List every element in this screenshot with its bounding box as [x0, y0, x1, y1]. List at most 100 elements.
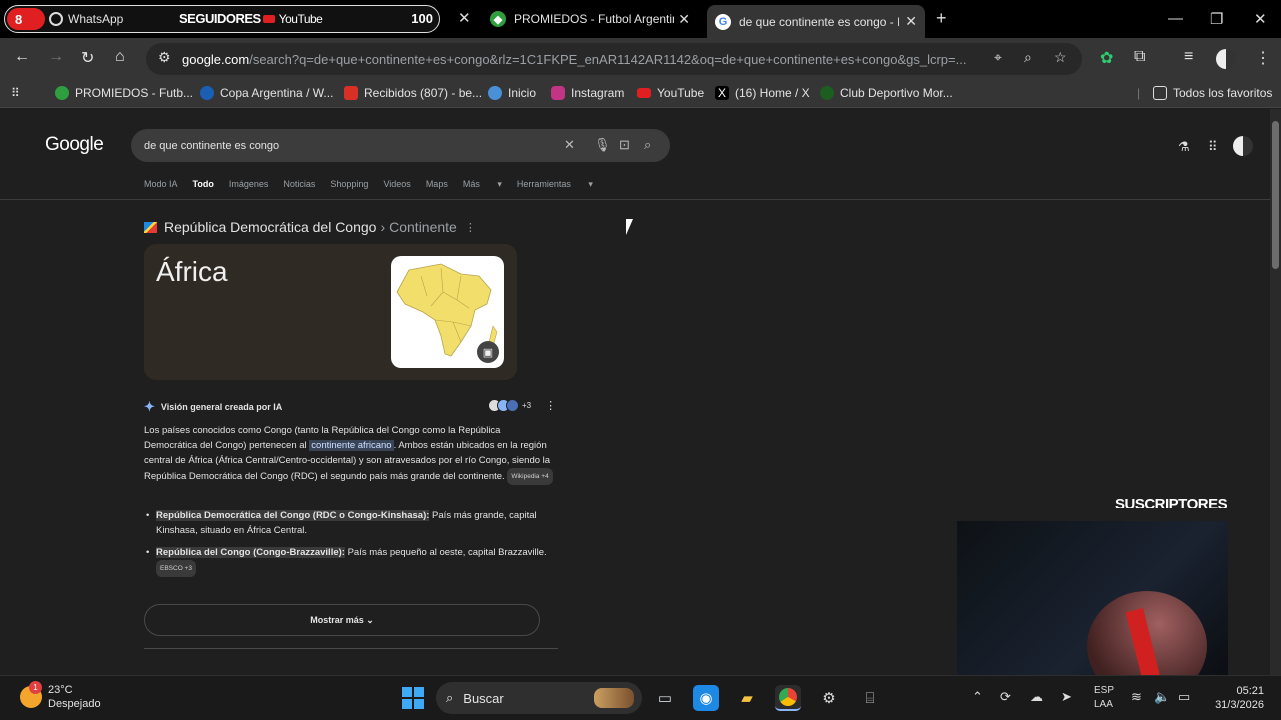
language-indicator[interactable]: ESP LAA [1094, 684, 1114, 712]
tab-strip: 8 WhatsApp SEGUIDORES YouTube 100 ✕ ◆ PRO… [0, 0, 1281, 38]
tray-overflow-icon[interactable]: ⌃ [972, 689, 983, 705]
forward-icon[interactable]: → [48, 48, 64, 66]
citation-chip[interactable]: Wikipedia +4 [507, 468, 553, 485]
tab-maps[interactable]: Maps [426, 179, 448, 190]
location-icon[interactable]: ⌖ [994, 49, 1002, 66]
tab-shopping[interactable]: Shopping [330, 179, 368, 190]
lens-icon[interactable]: ⊡ [619, 137, 630, 153]
tab-mas[interactable]: Más ▾ [463, 179, 502, 190]
google-logo[interactable]: Google [45, 134, 104, 156]
ai-overview-text: Los países conocidos como Congo (tanto l… [144, 423, 556, 485]
battery-icon[interactable]: ▭ [1178, 689, 1190, 705]
menu-dots-icon[interactable]: ⋮ [1255, 48, 1271, 68]
apps-grid-icon[interactable]: ⠿ [11, 86, 20, 100]
x-icon: X [715, 86, 729, 100]
bookmark-youtube[interactable]: YouTube [637, 86, 704, 100]
more-options-icon[interactable]: ⋮ [465, 221, 476, 234]
tab-videos[interactable]: Videos [383, 179, 410, 190]
reload-icon[interactable]: ↻ [81, 48, 94, 68]
extension-icon[interactable]: ✿ [1100, 48, 1113, 68]
site-info-icon[interactable]: ⚙ [158, 49, 171, 66]
close-tab-icon[interactable]: ✕ [458, 9, 471, 27]
search-input[interactable]: de que continente es congo ✕ 🎙 ⊡ ⌕ [131, 129, 670, 162]
show-more-button[interactable]: Mostrar más ⌄ [144, 604, 540, 636]
windows-start-icon[interactable] [402, 687, 424, 709]
new-tab-icon[interactable]: + [936, 8, 947, 29]
bookmarks-separator: | [1137, 86, 1141, 100]
apps-grid-icon[interactable]: ⠿ [1208, 139, 1218, 155]
labs-icon[interactable]: ⚗ [1178, 139, 1190, 155]
file-explorer-icon[interactable]: ▰ [734, 685, 760, 711]
entity-breadcrumb[interactable]: República Democrática del Congo › Contin… [144, 219, 476, 235]
tab-label-seguidores: SEGUIDORES YouTube [179, 11, 323, 26]
app-icon[interactable]: ⌸ [857, 685, 883, 711]
all-bookmarks[interactable]: Todos los favoritos [1153, 86, 1272, 100]
tab-todo[interactable]: Todo [193, 179, 214, 190]
tab-herramientas[interactable]: Herramientas ▾ [517, 179, 593, 190]
bookmark-copa-argentina[interactable]: Copa Argentina / W... [200, 86, 333, 100]
clear-icon[interactable]: ✕ [564, 137, 575, 153]
club-icon [820, 86, 834, 100]
citation-chip[interactable]: EBSCO +3 [156, 560, 196, 577]
tab-whatsapp-youtube[interactable]: 8 WhatsApp SEGUIDORES YouTube 100 [4, 5, 440, 33]
sun-icon: 1 [20, 681, 42, 708]
chrome-icon[interactable] [775, 685, 801, 711]
bookmark-club[interactable]: Club Deportivo Mor... [820, 86, 953, 100]
tab-promiedos[interactable]: ◆ PROMIEDOS - Futbol Argentino ✕ [482, 5, 698, 33]
ai-sources[interactable]: +3 ⋮ [488, 399, 556, 412]
onedrive-icon[interactable]: ☁ [1030, 689, 1043, 705]
location-arrow-icon[interactable]: ➤ [1061, 689, 1072, 705]
entity-name: República Democrática del Congo [164, 219, 377, 235]
bookmark-star-icon[interactable]: ☆ [1054, 49, 1067, 66]
bookmark-x[interactable]: X (16) Home / X [715, 86, 810, 100]
tab-modo-ia[interactable]: Modo IA [144, 179, 178, 190]
source-icon [506, 399, 519, 412]
taskbar-search[interactable]: ⌕ Buscar [436, 682, 642, 714]
search-tabs: Modo IA Todo Imágenes Noticias Shopping … [144, 179, 608, 190]
tab-imagenes[interactable]: Imágenes [229, 179, 269, 190]
zoom-icon[interactable]: ⌕ [1024, 49, 1032, 66]
bookmarks-bar: ⠿ PROMIEDOS - Futb... Copa Argentina / W… [0, 80, 1281, 108]
bookmark-inicio[interactable]: Inicio [488, 86, 536, 100]
close-tab-icon[interactable]: ✕ [905, 13, 917, 30]
outlook-icon[interactable]: ◉ [693, 685, 719, 711]
close-window-icon[interactable]: ✕ [1254, 10, 1267, 28]
attribute-name: Continente [389, 219, 457, 235]
tab-noticias[interactable]: Noticias [283, 179, 315, 190]
address-bar[interactable]: ⚙ google.com/search?q=de+que+continente+… [146, 43, 1082, 75]
wifi-icon[interactable]: ≋ [1131, 689, 1142, 705]
restore-icon[interactable]: ❐ [1210, 10, 1223, 28]
account-avatar[interactable] [1233, 136, 1253, 156]
tab-label-whatsapp: WhatsApp [68, 12, 124, 26]
minimize-icon[interactable]: — [1168, 10, 1183, 27]
close-tab-icon[interactable]: ✕ [678, 11, 690, 28]
task-view-icon[interactable]: ▭ [652, 685, 678, 711]
page-scrollbar[interactable] [1270, 109, 1281, 675]
weather-badge: 1 [29, 681, 42, 694]
image-expand-icon[interactable]: ▣ [477, 341, 499, 363]
gmail-icon [344, 86, 358, 100]
sync-icon[interactable]: ⟳ [1000, 689, 1011, 705]
cloud-icon [488, 86, 502, 100]
profile-avatar[interactable] [1216, 49, 1236, 69]
weather-widget[interactable]: 1 23°C Despejado [20, 681, 101, 711]
mic-icon[interactable]: 🎙 [594, 137, 611, 153]
ai-overview-title: Visión general creada por IA [160, 402, 283, 412]
tab-google-search[interactable]: G de que continente es congo - B ✕ [707, 5, 925, 38]
scrollbar-thumb[interactable] [1272, 121, 1279, 269]
volume-icon[interactable]: 🔈 [1154, 689, 1170, 705]
home-icon[interactable]: ⌂ [115, 48, 125, 66]
temperature: 23°C [48, 684, 73, 696]
bookmark-gmail[interactable]: Recibidos (807) - be... [344, 86, 482, 100]
more-options-icon[interactable]: ⋮ [545, 399, 556, 412]
promiedos-icon [55, 86, 69, 100]
back-icon[interactable]: ← [14, 48, 30, 66]
media-control-icon[interactable]: ≡ [1184, 48, 1193, 66]
bookmark-instagram[interactable]: Instagram [551, 86, 624, 100]
settings-app-icon[interactable]: ⚙ [816, 685, 842, 711]
bookmark-promiedos[interactable]: PROMIEDOS - Futb... [55, 86, 193, 100]
search-icon[interactable]: ⌕ [644, 137, 651, 153]
clock[interactable]: 05:21 31/3/2026 [1208, 684, 1264, 712]
extensions-puzzle-icon[interactable]: ⧉ [1134, 48, 1145, 66]
africa-map-image[interactable]: ▣ [391, 256, 504, 368]
